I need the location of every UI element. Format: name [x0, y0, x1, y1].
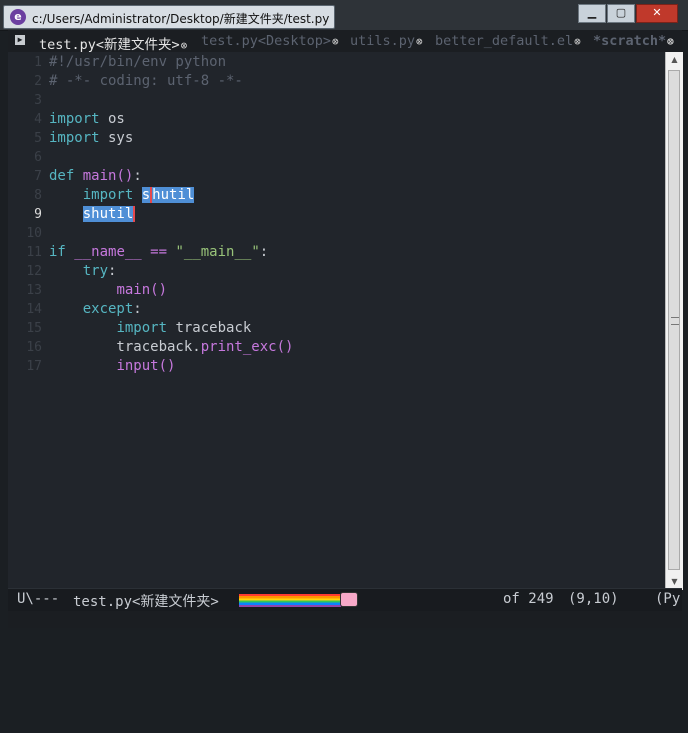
window-title-bar: e c:/Users/Administrator/Desktop/新建文件夹/t… — [0, 0, 688, 31]
line-number: 10 — [26, 226, 42, 241]
line-text: traceback.print_exc() — [49, 339, 294, 355]
line-number: 16 — [26, 340, 42, 355]
tab-close-icon[interactable]: ⊗ — [181, 39, 188, 52]
window-title: c:/Users/Administrator/Desktop/新建文件夹/tes… — [32, 12, 330, 26]
line-text: import os — [49, 111, 125, 127]
tab-better-default-el[interactable]: better_default.el⊗ — [435, 33, 581, 49]
line-text: except: — [82, 301, 142, 317]
window-controls: ▁ ▢ ✕ — [577, 4, 678, 23]
tab-close-icon[interactable]: ⊗ — [574, 35, 581, 48]
line-number: 9 — [34, 207, 42, 222]
maximize-button[interactable]: ▢ — [607, 4, 635, 23]
line-number: 15 — [26, 321, 42, 336]
line-text: if __name__ == "__main__": — [49, 244, 269, 260]
buffer-size: of 249 — [503, 591, 554, 607]
tab-close-icon[interactable]: ⊗ — [332, 35, 339, 48]
line-text: shutil — [82, 206, 136, 222]
minimize-button[interactable]: ▁ — [578, 4, 606, 23]
emacs-icon: e — [10, 9, 26, 25]
nyan-cat-icon — [340, 592, 358, 607]
scroll-up-icon[interactable]: ▲ — [666, 52, 683, 68]
tab-close-icon[interactable]: ⊗ — [667, 35, 674, 48]
line-number: 1 — [34, 55, 42, 70]
line-text: input() — [116, 358, 176, 374]
tab-label: better_default.el — [435, 33, 574, 49]
line-number: 5 — [34, 131, 42, 146]
tab-test-py-desktop[interactable]: test.py<Desktop>⊗ — [201, 33, 339, 49]
echo-area[interactable] — [8, 611, 682, 628]
line-text: import sys — [49, 130, 134, 146]
tab-close-icon[interactable]: ⊗ — [416, 35, 423, 48]
line-number: 3 — [34, 93, 42, 108]
line-number: 7 — [34, 169, 42, 184]
line-text: import traceback — [116, 320, 252, 336]
line-text: try: — [82, 263, 117, 279]
emacs-frame: ▶ test.py<新建文件夹>⊗ test.py<Desktop>⊗ util… — [8, 30, 683, 628]
line-number: 11 — [26, 245, 42, 260]
line-text: import s hutil — [82, 187, 195, 203]
code-editor[interactable]: 1 #!/usr/bin/env python 2 # -*- coding: ut… — [8, 52, 664, 588]
tab-test-py-folder[interactable]: test.py<新建文件夹>⊗ — [39, 33, 187, 52]
scrollbar-grip-icon — [671, 317, 679, 325]
line-number: 17 — [26, 359, 42, 374]
line-number: 4 — [34, 112, 42, 127]
window-title-tab: e c:/Users/Administrator/Desktop/新建文件夹/t… — [3, 5, 335, 29]
line-text: # -*- coding: utf-8 -*- — [49, 73, 243, 89]
tab-label: *scratch* — [593, 33, 667, 49]
close-button[interactable]: ✕ — [636, 4, 678, 23]
line-number: 2 — [34, 74, 42, 89]
tab-bar: ▶ test.py<新建文件夹>⊗ test.py<Desktop>⊗ util… — [8, 30, 682, 52]
major-mode[interactable]: (Py — [655, 591, 680, 607]
tab-label: utils.py — [350, 33, 416, 49]
tab-bar-menu-icon[interactable]: ▶ — [15, 35, 25, 45]
line-number: 13 — [26, 283, 42, 298]
mode-line: U\--- test.py<新建文件夹> of 249 (9,10) (Py — [8, 588, 682, 611]
tab-label: test.py<新建文件夹> — [39, 37, 180, 52]
cursor-position: (9,10) — [568, 591, 619, 607]
line-number: 6 — [34, 150, 42, 165]
line-number: 12 — [26, 264, 42, 279]
line-number: 8 — [34, 188, 42, 203]
scrollbar-thumb[interactable] — [668, 70, 680, 570]
line-text: main() — [116, 282, 168, 298]
buffer-state: U\--- — [17, 591, 60, 607]
buffer-name[interactable]: test.py<新建文件夹> — [73, 591, 219, 611]
tab-scratch[interactable]: *scratch*⊗ — [593, 33, 674, 49]
line-text: #!/usr/bin/env python — [49, 54, 227, 70]
nyan-progress-bar — [239, 594, 341, 607]
tab-utils-py[interactable]: utils.py⊗ — [350, 33, 423, 49]
line-number: 14 — [26, 302, 42, 317]
vertical-scrollbar[interactable]: ▲ ▼ — [665, 52, 683, 590]
line-text: def main(): — [49, 168, 142, 184]
tab-label: test.py<Desktop> — [201, 33, 332, 49]
